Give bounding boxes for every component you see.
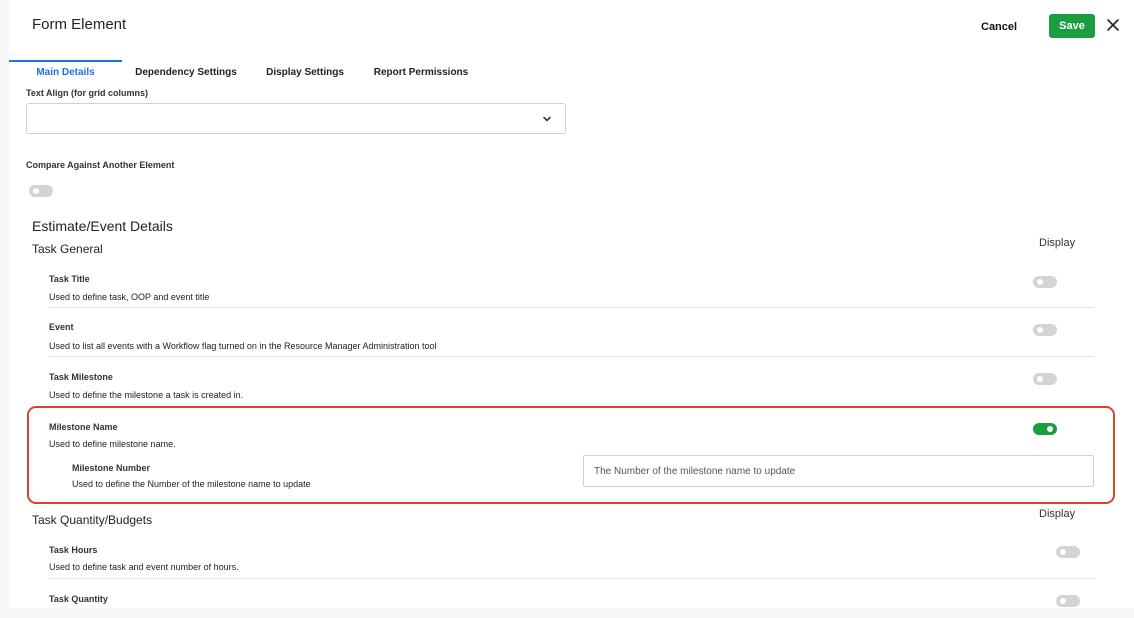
tab-main-details[interactable]: Main Details: [9, 60, 122, 88]
close-icon[interactable]: [1103, 15, 1123, 35]
task-milestone-display-toggle[interactable]: [1033, 373, 1057, 385]
task-hours-display-toggle[interactable]: [1056, 546, 1080, 558]
divider: [49, 356, 1094, 357]
task-hours-description: Used to define task and event number of …: [49, 562, 239, 572]
task-title-description: Used to define task, OOP and event title: [49, 292, 210, 302]
estimate-section-title: Estimate/Event Details: [32, 218, 173, 234]
tab-report-permissions[interactable]: Report Permissions: [373, 60, 469, 88]
milestone-name-label: Milestone Name: [49, 422, 118, 432]
display-column-label: Display: [1039, 508, 1076, 520]
task-hours-label: Task Hours: [49, 545, 98, 555]
milestone-number-input[interactable]: [583, 455, 1094, 487]
task-quantity-title: Task Quantity/Budgets: [32, 513, 153, 527]
toggle-knob: [1037, 376, 1043, 382]
cancel-button[interactable]: Cancel: [981, 16, 1017, 38]
task-title-label: Task Title: [49, 274, 90, 284]
toggle-knob: [1037, 327, 1043, 333]
task-quantity-display-toggle[interactable]: [1056, 595, 1080, 607]
event-label: Event: [49, 322, 74, 332]
tab-display-settings[interactable]: Display Settings: [265, 60, 345, 88]
toggle-knob: [1060, 598, 1066, 604]
toggle-knob: [1060, 549, 1066, 555]
milestone-name-description: Used to define milestone name.: [49, 439, 176, 449]
compare-toggle[interactable]: [29, 185, 53, 197]
event-display-toggle[interactable]: [1033, 324, 1057, 336]
text-align-label: Text Align (for grid columns): [26, 88, 148, 98]
task-title-display-toggle[interactable]: [1033, 276, 1057, 288]
tab-bar: Main Details Dependency Settings Display…: [9, 60, 1134, 88]
save-button[interactable]: Save: [1049, 14, 1095, 38]
event-description: Used to list all events with a Workflow …: [49, 341, 437, 351]
task-milestone-description: Used to define the milestone a task is c…: [49, 390, 244, 400]
form-element-dialog: Form Element Cancel Save Main Details De…: [9, 0, 1134, 608]
divider: [49, 578, 1094, 579]
compare-label: Compare Against Another Element: [26, 160, 175, 170]
task-quantity-label: Task Quantity: [49, 594, 108, 604]
milestone-number-label: Milestone Number: [72, 463, 151, 473]
task-milestone-label: Task Milestone: [49, 372, 113, 382]
toggle-knob: [1037, 279, 1043, 285]
milestone-number-description: Used to define the Number of the milesto…: [72, 479, 311, 489]
display-column-label: Display: [1039, 237, 1076, 249]
divider: [49, 307, 1094, 308]
toggle-knob: [33, 188, 39, 194]
milestone-name-display-toggle[interactable]: [1033, 423, 1057, 435]
task-general-title: Task General: [32, 242, 103, 256]
text-align-select[interactable]: [26, 103, 566, 134]
page-title: Form Element: [32, 16, 127, 33]
toggle-knob: [1047, 426, 1053, 432]
chevron-down-icon: [543, 116, 551, 122]
tab-dependency-settings[interactable]: Dependency Settings: [135, 60, 237, 88]
